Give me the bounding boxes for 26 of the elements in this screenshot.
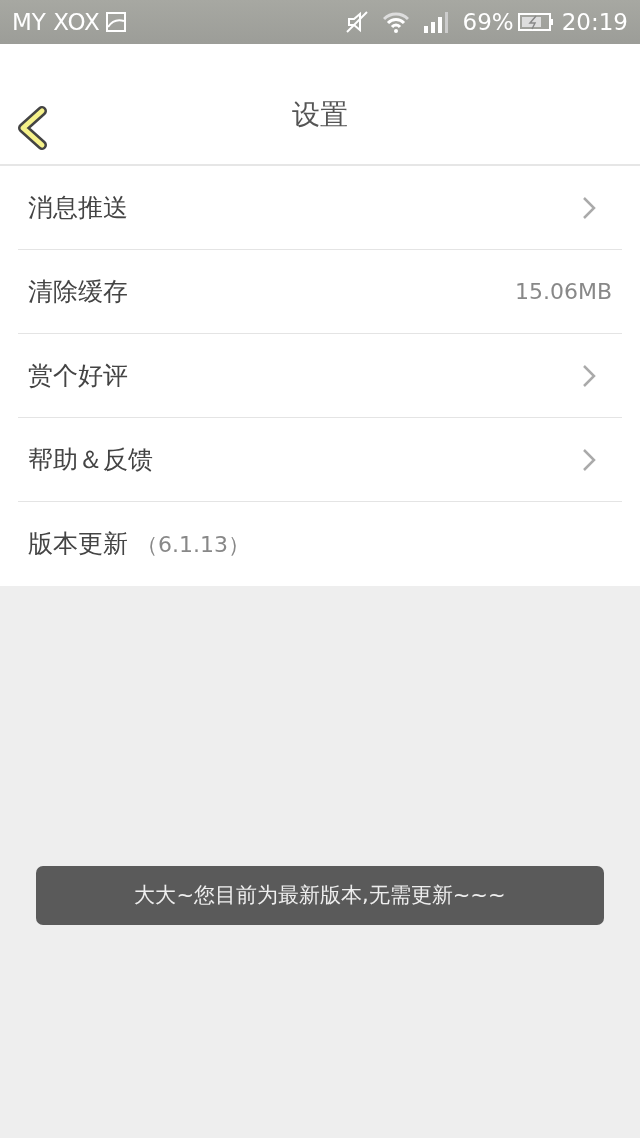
row-label: 帮助＆反馈	[28, 443, 153, 476]
version-number: （6.1.13）	[136, 530, 250, 559]
settings-row[interactable]: 帮助＆反馈	[18, 418, 622, 502]
back-icon[interactable]	[16, 106, 48, 150]
chevron-right-icon	[582, 363, 596, 388]
toast-message: 大大~您目前为最新版本,无需更新~~~	[36, 866, 604, 925]
settings-row[interactable]: 清除缓存 15.06MB	[18, 250, 622, 334]
settings-row[interactable]: 消息推送	[18, 166, 622, 250]
signal-icon	[422, 11, 449, 33]
battery-icon	[517, 12, 554, 32]
row-label: 赏个好评	[28, 359, 128, 392]
image-icon	[105, 12, 126, 32]
battery-percent: 69%	[462, 7, 514, 37]
page-title: 设置	[292, 97, 348, 133]
wifi-icon	[382, 11, 409, 33]
cache-size: 15.06MB	[514, 278, 612, 306]
chevron-right-icon	[582, 447, 596, 472]
chevron-right-icon	[582, 195, 596, 220]
row-label: 消息推送	[28, 191, 128, 224]
carrier-name: MY XOX	[12, 7, 100, 37]
settings-row[interactable]: 版本更新 （6.1.13）	[18, 502, 622, 586]
row-label: 清除缓存	[28, 275, 128, 308]
row-label: 版本更新	[28, 528, 128, 561]
settings-row[interactable]: 赏个好评	[18, 334, 622, 418]
clock: 20:19	[561, 7, 628, 37]
mute-icon	[344, 10, 369, 34]
